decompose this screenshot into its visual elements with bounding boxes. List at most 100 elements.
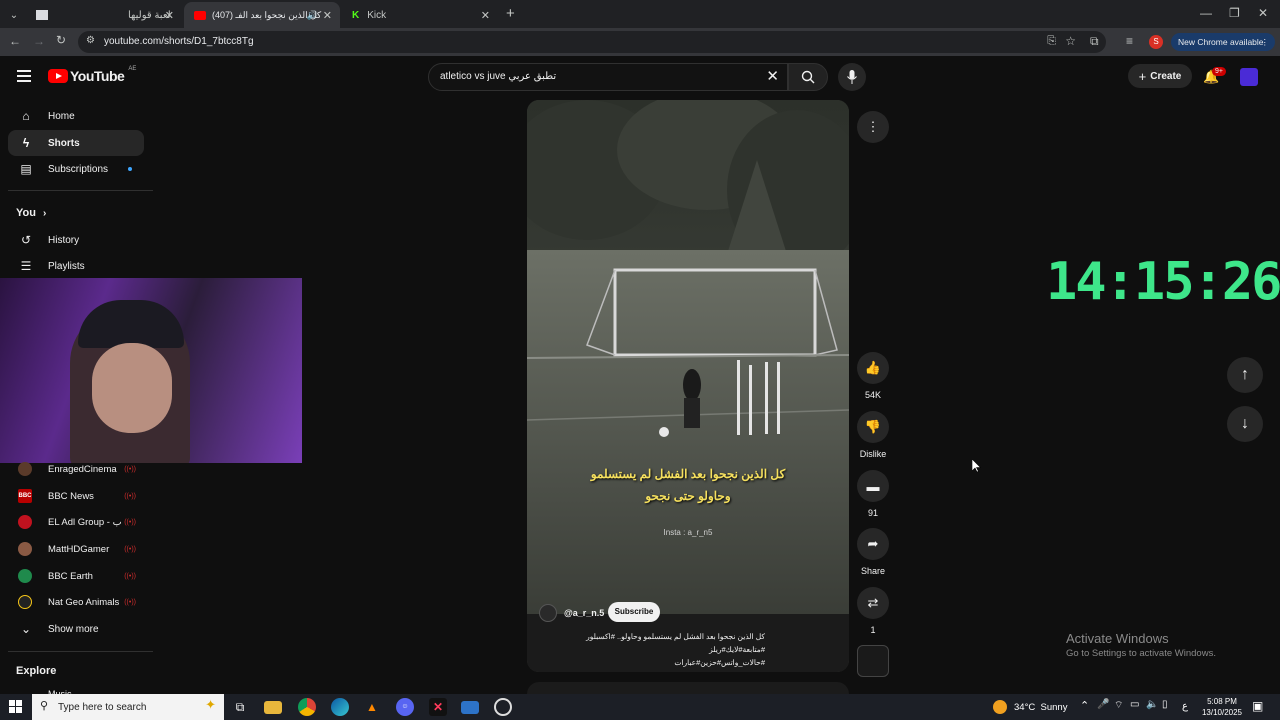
kebab-menu-icon: ⋮ [857,111,889,143]
account-avatar[interactable] [1240,68,1258,86]
show-more-button[interactable]: ⌄ Show more [8,616,144,642]
microphone-tray-icon[interactable]: 🎤 [1097,699,1109,710]
sidebar-item-history[interactable]: ↺ History [8,227,144,253]
back-button[interactable]: ← [9,34,21,48]
battery-icon[interactable]: ▯ [1162,699,1168,710]
share-button[interactable]: ➦ Share [857,528,889,576]
bookmark-star-icon[interactable]: ☆ [1065,34,1076,48]
sidebar-channel[interactable]: EnragedCinema ((•)) [8,456,144,482]
video-description[interactable]: كل الذين نجحوا بعد الفشل لم يستسلمو وحاو… [535,630,765,669]
like-button[interactable]: 👍 54K [857,352,889,400]
address-bar[interactable]: ⚙ youtube.com/shorts/D1_7btcc8Tg ⎘ ☆ [78,31,1106,53]
sidebar-channel[interactable]: BBC BBC News ((•)) [8,483,144,509]
sidebar-item-shorts[interactable]: ϟ Shorts [8,130,144,156]
sidebar-item-playlists[interactable]: ☰ Playlists [8,253,144,279]
sidebar-divider [8,651,153,652]
edge-icon[interactable] [331,698,349,716]
show-hidden-icons-icon[interactable]: ⌃ [1080,699,1089,712]
search-field[interactable]: atletico vs juve تطبق عربي ✕ [428,63,788,91]
sidebar-item-label: History [48,234,80,246]
remix-button[interactable]: ⇄ 1 [857,587,889,635]
close-window-button[interactable]: ✕ [1258,6,1268,20]
tab-game[interactable]: لعبة قوليها ✕ [26,2,182,28]
more-actions-button[interactable]: ⋮ [857,111,889,143]
thumbs-down-icon: 👎 [857,411,889,443]
windows-start-icon[interactable] [9,700,22,713]
sidebar-channel[interactable]: MattHDGamer ((•)) [8,536,144,562]
activate-windows-title: Activate Windows [1066,631,1169,646]
sidebar-channel[interactable]: BBC Earth ((•)) [8,563,144,589]
sound-avatar [857,645,889,677]
reading-list-icon[interactable]: ≡ [1126,34,1133,48]
new-tab-button[interactable]: + [506,5,515,22]
sidebar-item-home[interactable]: ⌂ Home [8,103,144,129]
discord-icon[interactable]: ☺ [396,698,414,716]
weather-icon[interactable] [993,700,1007,714]
forward-button[interactable]: → [33,34,45,48]
tab-youtube[interactable]: (407) كل الذين نجحوا بعد الفـ 🔊 ✕ [184,2,340,28]
vlc-icon[interactable]: ▲ [363,698,381,716]
sidebar-item-subscriptions[interactable]: ▤ Subscriptions [8,156,144,182]
search-highlight-icon: ✦ [205,697,216,712]
volume-icon[interactable]: 🔈 [1146,699,1158,710]
sound-thumbnail[interactable] [857,645,889,677]
sidebar-channel[interactable]: Nat Geo Animals ((•)) [8,589,144,615]
tab-title: (407) كل الذين نجحوا بعد الفـ [212,9,322,20]
new-chrome-available-button[interactable]: New Chrome available ⋮ [1171,33,1275,51]
channel-handle[interactable]: @a_r_n.5 [564,608,604,618]
search-input[interactable]: atletico vs juve تطبق عربي [440,71,556,82]
remix-count: 1 [870,625,876,635]
caption-line: كل الذين نجحوا بعد الفشل لم يستسلمو [590,467,786,481]
plus-icon: + [1138,68,1147,84]
chrome-icon[interactable] [298,698,316,716]
maximize-button[interactable]: ❐ [1229,6,1240,20]
capcut-icon[interactable]: ✕ [429,698,447,716]
minimize-button[interactable]: — [1200,6,1212,20]
notifications-center-icon[interactable]: ▣ [1252,699,1263,713]
activate-windows-subtitle: Go to Settings to activate Windows. [1066,648,1216,659]
profile-avatar[interactable]: S [1149,35,1163,49]
remote-desktop-icon[interactable] [461,701,479,714]
channel-name: BBC Earth [48,570,93,582]
site-info-icon[interactable]: ⚙ [86,35,95,46]
language-indicator[interactable]: ع [1182,701,1188,712]
show-more-label: Show more [48,623,99,635]
shorts-video-player[interactable]: كل الذين نجحوا بعد الفشل لم يستسلمو وحاو… [527,100,849,672]
channel-avatar[interactable] [539,604,557,622]
sidebar-item-label: Shorts [48,137,80,149]
kebab-menu-icon[interactable]: ⋮ [1261,37,1270,48]
next-short-button[interactable]: ↓ [1227,406,1263,442]
guide-menu-icon[interactable] [17,70,31,82]
new-content-dot [128,167,132,171]
search-button[interactable] [788,63,828,91]
comments-button[interactable]: ▬ 91 [857,470,889,518]
reload-button[interactable]: ↻ [56,33,66,47]
taskbar-clock[interactable]: 5:08 PM 13/10/2025 [1200,696,1244,718]
dislike-button[interactable]: 👎 Dislike [857,411,889,459]
task-view-icon[interactable]: ⧉ [231,698,249,716]
audio-icon[interactable]: 🔊 [307,10,318,21]
sidebar-you-header[interactable]: You › [16,207,46,219]
subscribe-button[interactable]: Subscribe [608,602,660,622]
obs-icon[interactable] [494,698,512,716]
display-icon[interactable]: ▭ [1130,699,1139,710]
voice-search-button[interactable] [838,63,866,91]
youtube-logo[interactable]: YouTube AE [48,66,136,84]
previous-short-button[interactable]: ↑ [1227,357,1263,393]
clear-search-icon[interactable]: ✕ [766,67,779,85]
network-icon[interactable]: ⌔ [1114,699,1123,712]
create-button[interactable]: + Create [1128,64,1192,88]
tab-list-button[interactable]: ⌄ [4,2,24,28]
close-tab-icon[interactable]: ✕ [165,9,174,22]
extensions-icon[interactable]: ⧉ [1090,34,1099,49]
sidebar-channel[interactable]: EL Adl Group - ب ((•)) [8,509,144,535]
install-icon[interactable]: ⎘ [1047,35,1056,48]
weather-text[interactable]: 34°C Sunny [1014,702,1067,713]
close-tab-icon[interactable]: ✕ [323,9,332,22]
taskbar-search-box[interactable]: ⚲ Type here to search ✦ [32,694,224,720]
tab-kick[interactable]: K Kick ✕ [342,2,498,28]
arrow-up-icon: ↑ [1241,366,1249,383]
close-tab-icon[interactable]: ✕ [481,9,490,22]
file-explorer-icon[interactable] [264,701,282,714]
search-icon: ⚲ [40,700,49,712]
